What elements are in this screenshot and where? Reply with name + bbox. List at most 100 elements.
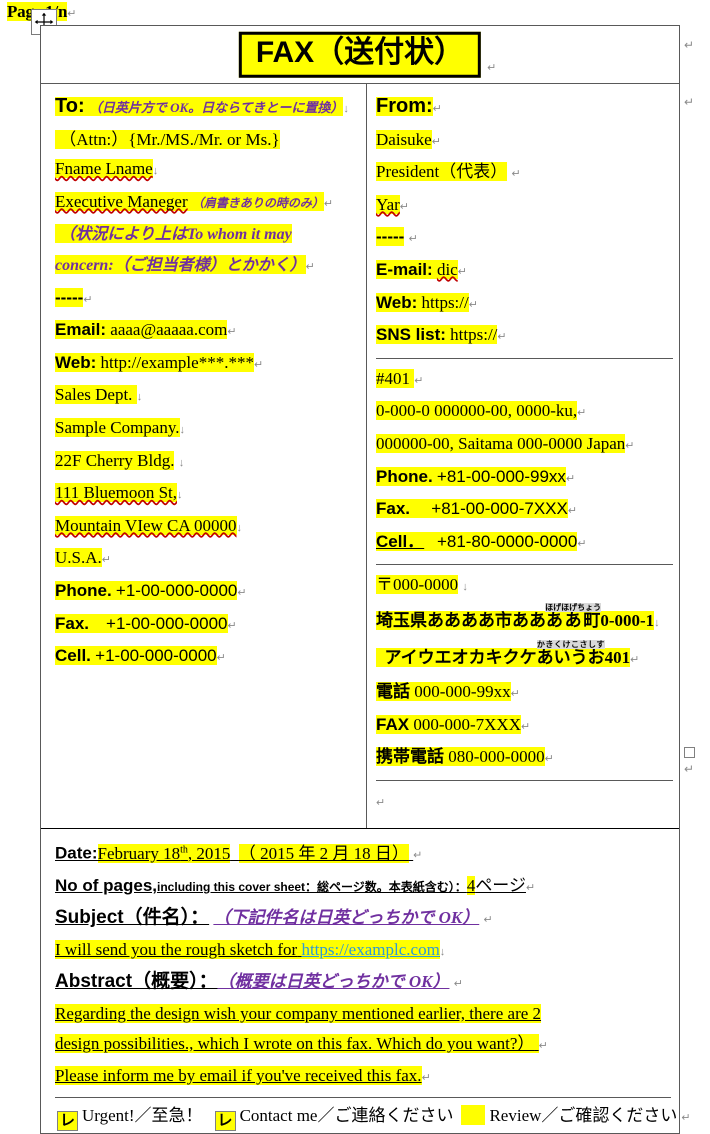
to-heading-line: To: （日英片方で OK。日ならてきとーに置換）↓: [55, 92, 366, 125]
pilcrow-mark: ↵: [520, 720, 531, 733]
to-job-title: Executive Maneger: [55, 191, 188, 211]
from-room-line: #401 ↵: [376, 364, 679, 397]
from-addr-jp-2-ruby: あいうおかきくけこさしす: [536, 639, 605, 667]
pilcrow-mark: ↵: [376, 796, 386, 809]
from-name: Daisuke: [376, 129, 432, 149]
pilcrow-mark: ↵: [413, 849, 423, 862]
from-email-value: dic: [436, 259, 458, 279]
from-addr-jp-2-ruby-base: あいうお: [536, 647, 605, 667]
from-divider-rule-2: [376, 564, 673, 566]
from-divider: -----: [376, 227, 405, 247]
pilcrow-mark: ↵: [567, 505, 578, 518]
from-postal-line: 〒000-0000 ↓: [376, 570, 679, 603]
pilcrow-mark: ↵: [431, 135, 441, 148]
line-break-mark: ↓: [236, 521, 243, 534]
line-break-mark: ↓: [136, 391, 143, 404]
pilcrow-mark: ↵: [625, 439, 635, 452]
subject-link[interactable]: https://examplc.com: [301, 940, 439, 959]
fax-cover-table: FAX（送付状） ↵ To: （日英片方で OK。日ならてきとーに置換）↓ （A…: [40, 25, 691, 1134]
to-web-line: Web: http://example***.***↵: [55, 348, 366, 381]
from-phone-label: Phone.: [376, 466, 433, 486]
checkbox-review[interactable]: [461, 1104, 486, 1125]
pilcrow-mark: ↵: [577, 407, 587, 420]
pilcrow-mark: ↵: [414, 374, 424, 387]
from-addr-jp-2-ruby-text: かきくけこさしす: [536, 639, 605, 649]
from-phone-value: +81-00-000-99xx: [436, 466, 566, 486]
to-whom-note-line-1: （状況により上はTo whom it may: [55, 219, 366, 250]
margin-pilcrow-3: ↵: [684, 762, 695, 776]
from-cell-jp-value: 080-000-0000: [448, 747, 545, 767]
to-email-line: Email: aaaa@aaaaa.com↵: [55, 315, 366, 348]
margin-pilcrow-1: ↵: [684, 38, 695, 52]
date-value-jp: （ 2015 年 2 月 18 日）: [238, 843, 409, 863]
pilcrow-mark: ↵: [83, 293, 93, 306]
addresses-row: To: （日英片方で OK。日ならてきとーに置換）↓ （Attn:）{Mr./M…: [41, 84, 679, 830]
from-room: #401: [376, 368, 410, 388]
from-addr-jp-1-ruby-text: ほげほげちょう: [545, 602, 602, 612]
line-break-mark: ↓: [343, 103, 349, 115]
from-cell-jp-label: 携帯電話: [376, 747, 444, 767]
to-phone-value: +1-00-000-0000: [115, 580, 238, 600]
margin-pilcrow-2: ↵: [684, 95, 695, 109]
page-title: FAX（送付状）: [238, 31, 482, 78]
pages-unit: ページ: [475, 875, 526, 895]
pilcrow-mark: ↵: [399, 200, 410, 213]
to-fax-value: +1-00-000-0000: [106, 613, 228, 633]
from-addr-en-line-1: 0-000-0 000000-00, 0000-ku,↵: [376, 396, 679, 429]
line-break-mark: ↓: [177, 489, 183, 502]
pilcrow-mark: ↵: [510, 687, 520, 700]
pilcrow-mark: ↵: [511, 168, 521, 181]
from-tel-jp-line: 電話 000-000-99xx↵: [376, 677, 679, 710]
checkbox-urgent[interactable]: レ: [57, 1110, 78, 1131]
to-street: 111 Bluemoon St,: [55, 483, 177, 503]
pilcrow-mark: ↵: [497, 331, 507, 344]
title-row: FAX（送付状） ↵: [41, 26, 679, 84]
from-tel-jp-label: 電話: [376, 681, 410, 701]
from-phone-line: Phone. +81-00-000-99xx↵: [376, 462, 679, 495]
to-phone-line: Phone. +1-00-000-0000↵: [55, 576, 366, 609]
from-addr-jp-1a: 埼玉県ああああ市ああ: [376, 610, 546, 630]
pages-label: No of pages,: [55, 875, 158, 895]
from-fax-jp-label: FAX: [376, 714, 410, 734]
to-attn-line: （Attn:）{Mr./MS./Mr. or Ms.}: [55, 125, 366, 155]
to-fax-label: Fax.: [55, 613, 90, 633]
to-heading-note: （日英片方で OK。日ならてきとーに置換）: [88, 100, 344, 115]
from-divider-rule-1: [376, 357, 673, 359]
from-addr-jp-1-ruby-base: ああ町: [545, 610, 602, 630]
from-fax-line: Fax. +81-00-000-7XXX↵: [376, 494, 679, 527]
from-cell-jp-line: 携帯電話 080-000-0000↵: [376, 742, 679, 775]
from-tel-jp-value: 000-000-99xx: [414, 681, 511, 701]
from-addr-jp-2b: 401: [604, 647, 631, 667]
table-resize-handle[interactable]: [684, 747, 695, 758]
date-value-en-sup: th: [180, 844, 188, 856]
to-job-title-note: （肩書きありの時のみ）: [191, 195, 324, 210]
pilcrow-mark: ↵: [483, 913, 493, 926]
from-divider-rule-3: [376, 779, 673, 781]
from-fax-jp-line: FAX 000-000-7XXX↵: [376, 710, 679, 743]
abstract-text-2: design possibilities., which I wrote on …: [55, 1033, 535, 1053]
to-country-line: U.S.A.↵: [55, 543, 366, 576]
pages-note: including this cover sheet：総ページ数。本表紙含む）：: [157, 879, 467, 894]
to-name: Fname Lname: [55, 159, 153, 179]
line-break-mark: ↓: [462, 581, 468, 594]
pilcrow-mark: ↵: [487, 61, 497, 74]
to-bldg: 22F Cherry Bldg.: [55, 450, 175, 470]
line-break-mark: ↓: [178, 456, 185, 469]
checkbox-review-label: Review／ご確認ください: [489, 1105, 678, 1125]
pilcrow-mark: ↵: [67, 8, 77, 20]
from-addr-jp-1b: 0-000-1: [600, 610, 655, 630]
abstract-label: Abstract（概要）：: [55, 970, 218, 992]
date-label: Date:: [55, 843, 98, 863]
from-fax-value: +81-00-000-7XXX: [431, 499, 568, 519]
pilcrow-mark: ↵: [681, 1111, 691, 1124]
document-page: Page 1/n↵ FAX（送付状） ↵ To: （日英片方で OK。日ならてき…: [0, 0, 710, 1134]
to-email-label: Email:: [55, 320, 107, 340]
checkbox-contact-me[interactable]: レ: [214, 1110, 236, 1131]
pilcrow-mark: ↵: [577, 537, 587, 550]
abstract-text-3: Please inform me by email if you've rece…: [55, 1065, 422, 1085]
from-name-line: Daisuke↵: [376, 125, 679, 158]
pilcrow-mark: ↵: [323, 197, 334, 210]
details-row: Date:February 18th, 2015 （ 2015 年 2 月 18…: [41, 829, 691, 1133]
to-cell-label: Cell.: [55, 646, 91, 666]
from-cell-value: +81-80-0000-0000: [436, 531, 578, 551]
